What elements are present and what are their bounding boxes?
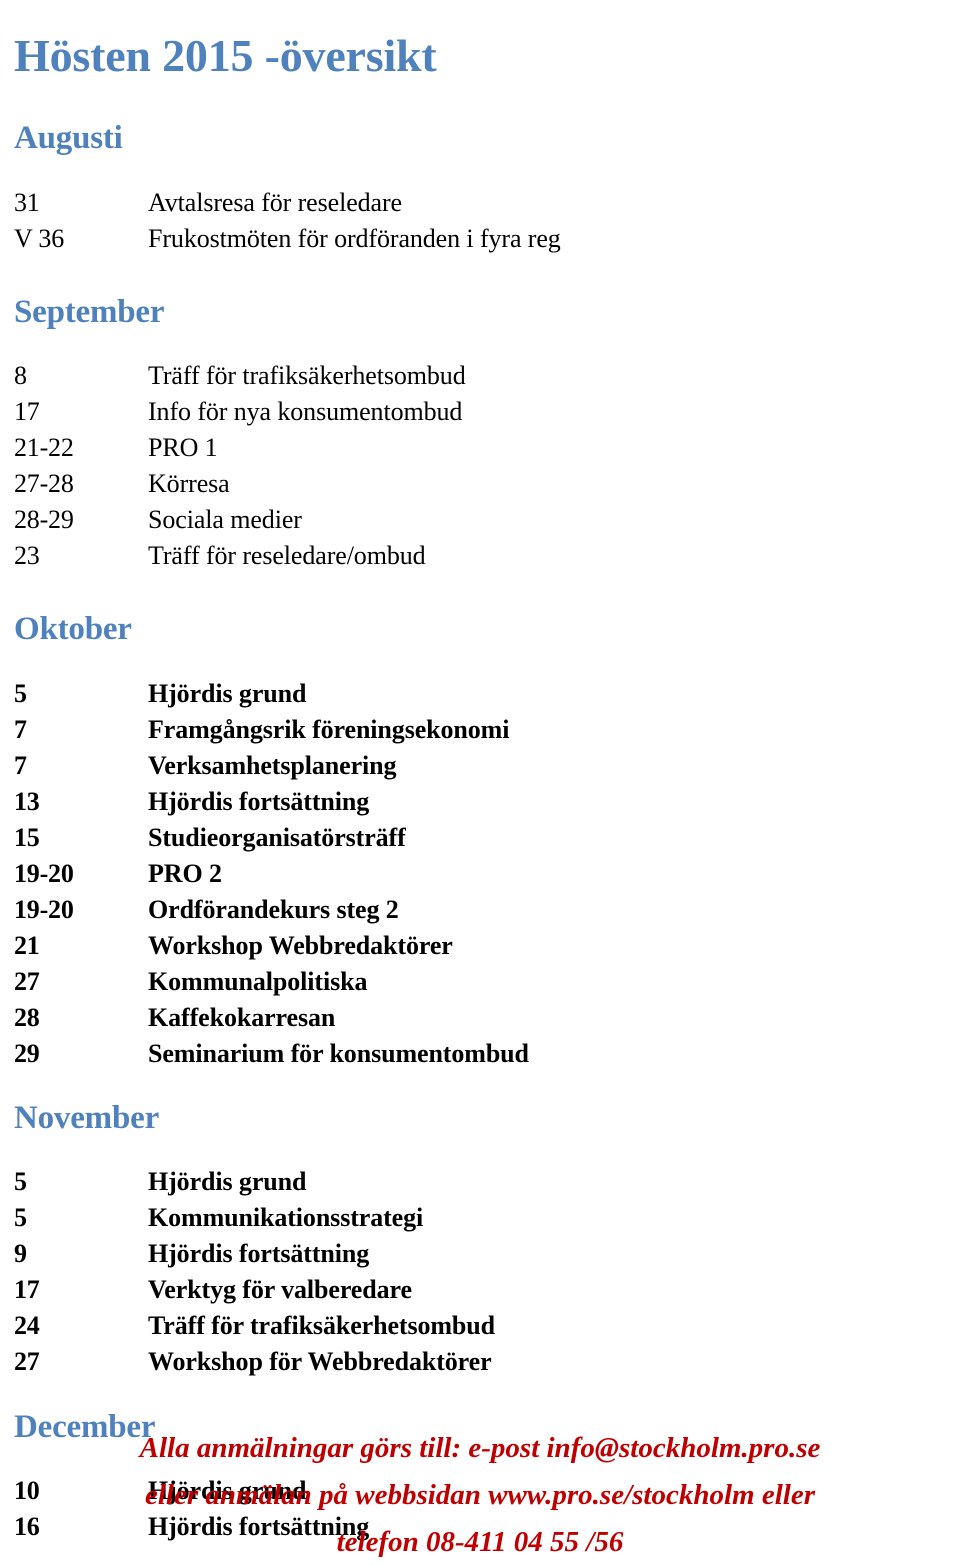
event-row: 8 Träff för trafiksäkerhetsombud bbox=[0, 358, 960, 394]
event-label: Verktyg för valberedare bbox=[148, 1275, 412, 1305]
footer-line: Alla anmälningar görs till: e-post info@… bbox=[139, 1432, 821, 1464]
event-row: 7 Framgångsrik föreningsekonomi bbox=[0, 712, 960, 748]
event-date: 27 bbox=[14, 1347, 40, 1377]
event-date: 5 bbox=[14, 1203, 27, 1233]
event-date: 21 bbox=[14, 930, 40, 960]
event-date: 29 bbox=[14, 1038, 40, 1068]
event-date: 19-20 bbox=[14, 894, 74, 924]
event-label: Hjördis fortsättning bbox=[148, 1239, 370, 1269]
event-date: 5 bbox=[14, 678, 27, 708]
month-section: November 5 Hjördis grund 5 Kommunikationsstr… bbox=[0, 1099, 960, 1380]
registration-footer: Alla anmälningar görs till: e-post info@… bbox=[0, 1425, 960, 1566]
event-date: 9 bbox=[14, 1239, 27, 1269]
event-label: Kaffekokarresan bbox=[148, 1002, 336, 1032]
event-list: 5 Hjördis grund 7 Framgångsrik föreningseko… bbox=[0, 676, 960, 1072]
event-label: Workshop för Webbredaktörer bbox=[148, 1347, 492, 1377]
footer-line: eller anmälan på webbsidan www.pro.se/st… bbox=[144, 1479, 815, 1511]
event-date: 17 bbox=[14, 1275, 40, 1305]
event-date: 15 bbox=[14, 822, 40, 852]
event-date: 7 bbox=[14, 714, 27, 744]
event-date: 27-28 bbox=[14, 469, 74, 499]
event-label: Studieorganisatörsträff bbox=[148, 822, 406, 852]
event-label: Info för nya konsumentombud bbox=[148, 397, 463, 427]
event-label: Verksamhetsplanering bbox=[148, 750, 397, 780]
event-date: 28 bbox=[14, 1002, 40, 1032]
event-label: Kommunikationsstrategi bbox=[148, 1203, 424, 1233]
event-row: 27-28 Körresa bbox=[0, 466, 960, 502]
event-date: 31 bbox=[14, 187, 40, 217]
event-label: PRO 2 bbox=[148, 858, 222, 888]
event-date: 7 bbox=[14, 750, 27, 780]
event-row: 29 Seminarium för konsumentombud bbox=[0, 1036, 960, 1072]
month-section: September 8 Träff för trafiksäkerhetsombud… bbox=[0, 293, 960, 574]
event-row: 13 Hjördis fortsättning bbox=[0, 784, 960, 820]
event-row: 19-20 PRO 2 bbox=[0, 856, 960, 892]
event-date: 21-22 bbox=[14, 433, 74, 463]
event-row: 9 Hjördis fortsättning bbox=[0, 1236, 960, 1272]
event-row: 17 Info för nya konsumentombud bbox=[0, 394, 960, 430]
event-label: Körresa bbox=[148, 469, 230, 499]
page-title: Hösten 2015 -översikt bbox=[14, 29, 437, 81]
event-date: 5 bbox=[14, 1167, 27, 1197]
event-label: Framgångsrik föreningsekonomi bbox=[148, 714, 510, 744]
footer-line: telefon 08-411 04 55 /56 bbox=[336, 1526, 624, 1558]
event-list: 31 Avtalsresa för reseledare V 36 Frukostmö… bbox=[0, 185, 960, 257]
month-heading: November bbox=[14, 1099, 160, 1136]
event-row: 7 Verksamhetsplanering bbox=[0, 748, 960, 784]
event-date: 17 bbox=[14, 397, 40, 427]
event-date: 24 bbox=[14, 1311, 40, 1341]
event-label: Frukostmöten för ordföranden i fyra reg bbox=[148, 223, 561, 253]
event-date: 27 bbox=[14, 966, 40, 996]
event-label: Hjördis grund bbox=[148, 678, 307, 708]
event-label: Ordförandekurs steg 2 bbox=[148, 894, 399, 924]
month-section: Oktober 5 Hjördis grund 7 Framgångsrik fören… bbox=[0, 610, 960, 1071]
event-row: 5 Hjördis grund bbox=[0, 676, 960, 712]
event-label: PRO 1 bbox=[148, 433, 218, 463]
event-label: Träff för trafiksäkerhetsombud bbox=[148, 361, 466, 391]
event-row: V 36 Frukostmöten för ordföranden i fyra … bbox=[0, 221, 960, 257]
event-row: 23 Träff för reseledare/ombud bbox=[0, 538, 960, 574]
event-row: 5 Kommunikationsstrategi bbox=[0, 1200, 960, 1236]
event-date: 19-20 bbox=[14, 858, 74, 888]
event-row: 28 Kaffekokarresan bbox=[0, 1000, 960, 1036]
event-label: Hjördis fortsättning bbox=[148, 786, 370, 816]
event-row: 5 Hjördis grund bbox=[0, 1164, 960, 1200]
event-row: 27 Workshop för Webbredaktörer bbox=[0, 1344, 960, 1380]
event-row: 15 Studieorganisatörsträff bbox=[0, 820, 960, 856]
event-row: 17 Verktyg för valberedare bbox=[0, 1272, 960, 1308]
event-label: Träff för trafiksäkerhetsombud bbox=[148, 1311, 496, 1341]
event-row: 21 Workshop Webbredaktörer bbox=[0, 928, 960, 964]
event-row: 21-22 PRO 1 bbox=[0, 430, 960, 466]
event-date: 23 bbox=[14, 541, 40, 571]
event-row: 28-29 Sociala medier bbox=[0, 502, 960, 538]
event-row: 27 Kommunalpolitiska bbox=[0, 964, 960, 1000]
event-label: Avtalsresa för reseledare bbox=[148, 187, 402, 217]
month-sections: Augusti 31 Avtalsresa för reseledare V 36 Fr… bbox=[0, 92, 960, 1545]
event-list: 5 Hjördis grund 5 Kommunikationsstrategi 9 Hj… bbox=[0, 1164, 960, 1380]
event-date: 13 bbox=[14, 786, 40, 816]
month-heading: September bbox=[14, 293, 165, 330]
month-section: Augusti 31 Avtalsresa för reseledare V 36 Fr… bbox=[0, 119, 960, 256]
event-row: 24 Träff för trafiksäkerhetsombud bbox=[0, 1308, 960, 1344]
event-date: 28-29 bbox=[14, 505, 74, 535]
event-label: Träff för reseledare/ombud bbox=[148, 541, 426, 571]
event-date: 8 bbox=[14, 361, 27, 391]
event-list: 8 Träff för trafiksäkerhetsombud 17 Info fö… bbox=[0, 358, 960, 574]
document-page: Hösten 2015 -översikt Augusti 31 Avtalsres… bbox=[0, 0, 960, 1563]
event-label: Sociala medier bbox=[148, 505, 302, 535]
event-row: 31 Avtalsresa för reseledare bbox=[0, 185, 960, 221]
event-label: Seminarium för konsumentombud bbox=[148, 1038, 529, 1068]
event-label: Kommunalpolitiska bbox=[148, 966, 368, 996]
month-heading: Augusti bbox=[14, 120, 123, 157]
event-row: 19-20 Ordförandekurs steg 2 bbox=[0, 892, 960, 928]
event-date: V 36 bbox=[14, 223, 65, 253]
event-label: Workshop Webbredaktörer bbox=[148, 930, 453, 960]
month-heading: Oktober bbox=[14, 611, 132, 648]
event-label: Hjördis grund bbox=[148, 1167, 307, 1197]
